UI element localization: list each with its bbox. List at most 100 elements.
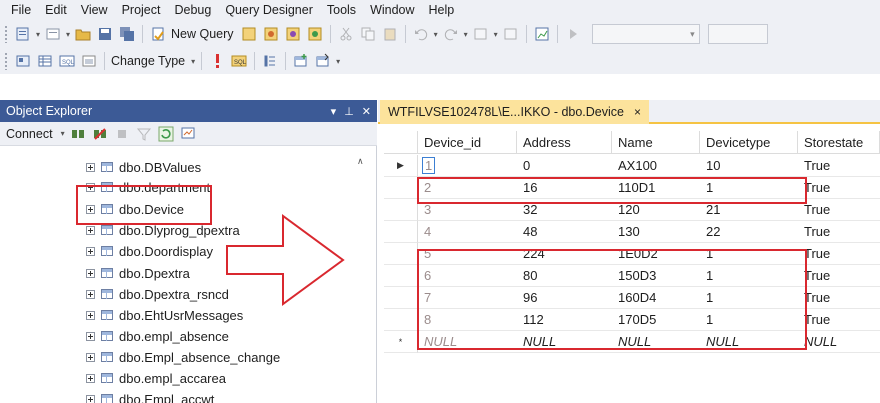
execute-sql-icon[interactable] bbox=[209, 53, 225, 69]
cell-device-id[interactable]: 4 bbox=[418, 221, 517, 243]
disconnect-icon[interactable] bbox=[92, 126, 108, 142]
expand-icon[interactable] bbox=[86, 289, 95, 299]
analysis-query-icon[interactable] bbox=[263, 26, 279, 42]
database-query-icon[interactable] bbox=[241, 26, 257, 42]
menu-file[interactable]: File bbox=[4, 0, 38, 20]
save-all-icon[interactable] bbox=[119, 26, 135, 42]
connect-icon[interactable] bbox=[70, 126, 86, 142]
tree-node[interactable]: dbo.DBValues bbox=[86, 157, 201, 177]
close-icon[interactable]: ✕ bbox=[362, 105, 371, 118]
cell-address[interactable]: 0 bbox=[517, 155, 612, 177]
cell-storestate[interactable]: True bbox=[798, 309, 880, 331]
column-header-storestate[interactable]: Storestate bbox=[798, 131, 880, 154]
group-by-icon[interactable] bbox=[262, 53, 278, 69]
change-type-button[interactable]: Change Type bbox=[111, 54, 185, 68]
expand-icon[interactable] bbox=[86, 373, 95, 383]
selected-cell-editor[interactable]: 1 bbox=[422, 157, 436, 174]
cell-storestate[interactable]: True bbox=[798, 177, 880, 199]
menu-project[interactable]: Project bbox=[115, 0, 168, 20]
tab-dbo-device[interactable]: WTFILVSE102478L\E...IKKO - dbo.Device × bbox=[380, 100, 650, 124]
expand-icon[interactable] bbox=[86, 352, 95, 362]
new-query-button[interactable]: New Query bbox=[171, 27, 234, 41]
row-selector[interactable]: * bbox=[384, 331, 418, 353]
menu-edit[interactable]: Edit bbox=[38, 0, 74, 20]
chevron-down-icon[interactable]: ▾ bbox=[464, 30, 468, 39]
close-icon[interactable]: × bbox=[634, 105, 641, 119]
add-item-icon[interactable] bbox=[45, 26, 61, 42]
show-criteria-pane-icon[interactable] bbox=[37, 53, 53, 69]
copy-icon[interactable] bbox=[360, 26, 376, 42]
cut-icon[interactable] bbox=[338, 26, 354, 42]
chevron-down-icon[interactable]: ▾ bbox=[36, 30, 40, 39]
navigate-forward-icon[interactable] bbox=[503, 26, 519, 42]
menu-debug[interactable]: Debug bbox=[167, 0, 218, 20]
toolbar-overflow-icon[interactable]: ▾ bbox=[336, 57, 340, 66]
expand-icon[interactable] bbox=[86, 225, 95, 235]
connect-button[interactable]: Connect bbox=[6, 127, 53, 141]
cell-device-id[interactable]: 1 bbox=[418, 155, 517, 177]
start-icon[interactable] bbox=[565, 26, 581, 42]
column-header-device-id[interactable]: Device_id bbox=[418, 131, 517, 154]
solution-configuration-select[interactable]: ▾ bbox=[591, 24, 700, 44]
expand-icon[interactable] bbox=[86, 394, 95, 403]
expand-icon[interactable] bbox=[86, 246, 95, 256]
cell-storestate[interactable]: True bbox=[798, 287, 880, 309]
cell-storestate[interactable]: True bbox=[798, 155, 880, 177]
menu-window[interactable]: Window bbox=[363, 0, 421, 20]
expand-icon[interactable] bbox=[86, 310, 95, 320]
cell-name[interactable]: AX100 bbox=[612, 155, 700, 177]
cell-devicetype[interactable]: 22 bbox=[700, 221, 798, 243]
cell-name[interactable]: 130 bbox=[612, 221, 700, 243]
chevron-down-icon[interactable]: ▾ bbox=[66, 30, 70, 39]
chart-icon[interactable] bbox=[534, 26, 550, 42]
cell-storestate[interactable]: True bbox=[798, 221, 880, 243]
new-query-icon[interactable] bbox=[150, 26, 166, 42]
pin-icon[interactable]: ⊥ bbox=[344, 105, 354, 118]
row-selector[interactable] bbox=[384, 243, 418, 265]
activity-monitor-icon[interactable] bbox=[180, 126, 196, 142]
undo-icon[interactable] bbox=[413, 26, 429, 42]
menu-query-designer[interactable]: Query Designer bbox=[218, 0, 320, 20]
chevron-down-icon[interactable]: ▾ bbox=[434, 30, 438, 39]
toolbar-grip[interactable] bbox=[4, 25, 8, 43]
row-selector[interactable] bbox=[384, 199, 418, 221]
tree-node[interactable]: dbo.Dpextra bbox=[86, 263, 190, 283]
tree-node[interactable]: dbo.EhtUsrMessages bbox=[86, 305, 243, 325]
column-header-address[interactable]: Address bbox=[517, 131, 612, 154]
cell-storestate[interactable]: NULL bbox=[798, 331, 880, 353]
expand-icon[interactable] bbox=[86, 268, 95, 278]
row-selector[interactable] bbox=[384, 177, 418, 199]
cell-storestate[interactable]: True bbox=[798, 265, 880, 287]
tree-node[interactable]: dbo.Dpextra_rsncd bbox=[86, 284, 229, 304]
tree-node[interactable]: dbo.Doordisplay bbox=[86, 241, 213, 261]
stop-icon[interactable] bbox=[114, 126, 130, 142]
column-header-name[interactable]: Name bbox=[612, 131, 700, 154]
navigate-backward-icon[interactable] bbox=[473, 26, 489, 42]
grid-corner[interactable] bbox=[384, 131, 418, 154]
open-folder-icon[interactable] bbox=[75, 26, 91, 42]
menu-tools[interactable]: Tools bbox=[320, 0, 363, 20]
mdx-query-icon[interactable] bbox=[285, 26, 301, 42]
expand-icon[interactable] bbox=[86, 331, 95, 341]
cell-address[interactable]: 48 bbox=[517, 221, 612, 243]
cell-storestate[interactable]: True bbox=[798, 243, 880, 265]
show-sql-pane-icon[interactable]: SQL bbox=[59, 53, 75, 69]
row-selector[interactable] bbox=[384, 309, 418, 331]
menu-help[interactable]: Help bbox=[422, 0, 462, 20]
tree-node[interactable]: dbo.Empl_absence_change bbox=[86, 347, 280, 367]
row-selector[interactable] bbox=[384, 287, 418, 309]
column-header-devicetype[interactable]: Devicetype bbox=[700, 131, 798, 154]
add-table-icon[interactable] bbox=[293, 53, 309, 69]
chevron-down-icon[interactable]: ▾ bbox=[494, 30, 498, 39]
row-selector[interactable]: ▶ bbox=[384, 155, 418, 177]
new-project-icon[interactable] bbox=[15, 26, 31, 42]
add-derived-table-icon[interactable] bbox=[315, 53, 331, 69]
tree-node[interactable]: dbo.Empl_accwt bbox=[86, 389, 214, 403]
toolbar-grip[interactable] bbox=[4, 52, 8, 70]
tree-node[interactable]: dbo.empl_accarea bbox=[86, 368, 226, 388]
filter-icon[interactable] bbox=[136, 126, 152, 142]
refresh-icon[interactable] bbox=[158, 126, 174, 142]
show-results-pane-icon[interactable] bbox=[81, 53, 97, 69]
row-selector[interactable] bbox=[384, 265, 418, 287]
save-icon[interactable] bbox=[97, 26, 113, 42]
